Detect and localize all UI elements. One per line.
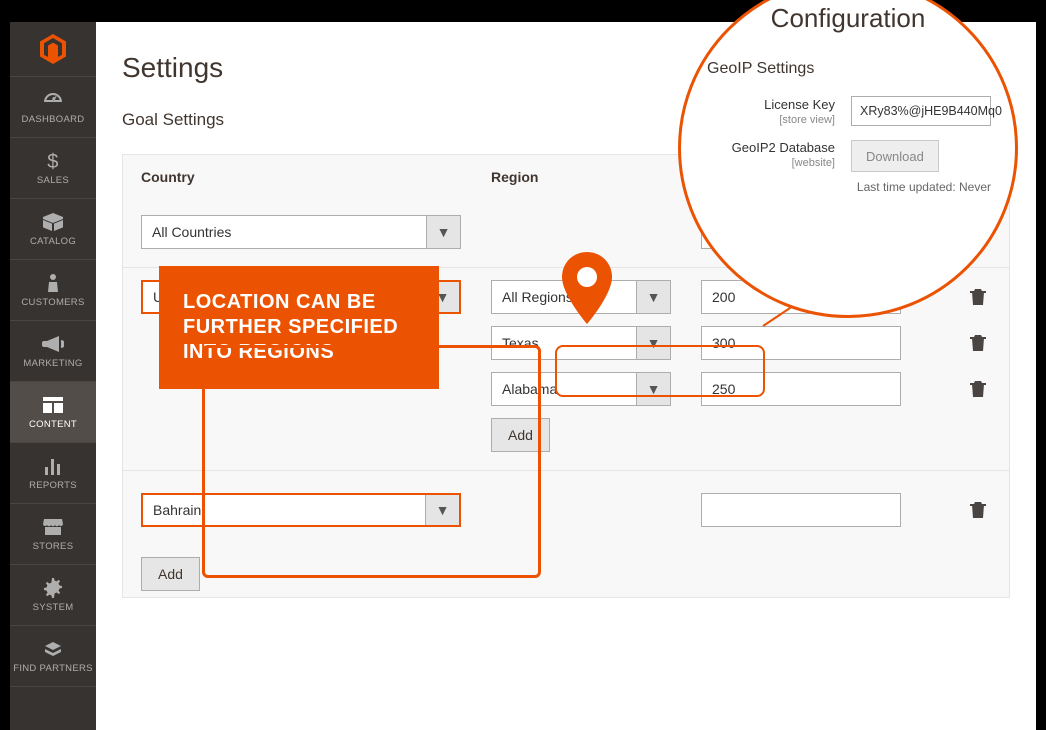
select-value: All Countries [142,224,426,240]
delete-button[interactable] [965,376,991,402]
license-key-input[interactable]: XRy83%@jHE9B440Mq0 [851,96,991,126]
store-icon [42,516,64,538]
chevron-down-icon: ▼ [636,373,670,405]
mag-license-scope: [store view] [705,114,835,126]
nav-label: SYSTEM [33,603,74,613]
add-region-button[interactable]: Add [491,418,550,452]
select-value: Texas [492,335,636,351]
nav-label: DASHBOARD [22,115,85,125]
nav-label: CUSTOMERS [21,298,84,308]
button-label: Add [508,427,533,443]
nav-label: MARKETING [23,359,82,369]
mag-note: Last time updated: Never [851,180,991,194]
nav-label: SALES [37,176,69,186]
region-select[interactable]: All Regions ▼ [491,280,671,314]
nav-label: CONTENT [29,420,77,430]
nav-marketing[interactable]: MARKETING [10,321,96,382]
nav-sales[interactable]: $ SALES [10,138,96,199]
nav-label: FIND PARTNERS [13,664,93,674]
sidebar: DASHBOARD $ SALES CATALOG CUSTOMERS MARK… [10,22,96,730]
nav-system[interactable]: SYSTEM [10,565,96,626]
header-region: Region [491,169,701,185]
add-country-button[interactable]: Add [141,557,200,591]
input-value: XRy83%@jHE9B440Mq0 [860,104,1002,118]
megaphone-icon [42,333,64,355]
chevron-down-icon: ▼ [426,216,460,248]
nav-label: REPORTS [29,481,77,491]
gauge-icon [42,89,64,111]
select-value: Bahrain [143,502,425,518]
logo [10,22,96,77]
download-button[interactable]: Download [851,140,939,172]
input-value: 200 [712,289,735,305]
nav-reports[interactable]: REPORTS [10,443,96,504]
person-icon [42,272,64,294]
trash-icon [970,380,986,398]
select-value: All Regions [492,289,636,305]
delete-button[interactable] [965,330,991,356]
table-row: Bahrain ▼ [123,471,1009,545]
mag-section: GeoIP Settings [707,60,991,78]
button-label: Add [158,566,183,582]
trash-icon [970,334,986,352]
trash-icon [970,501,986,519]
svg-text:$: $ [47,151,58,172]
mag-license-label: License Key [705,97,835,112]
table-row: Add [123,406,1009,452]
mag-db-scope: [website] [705,157,835,169]
nav-catalog[interactable]: CATALOG [10,199,96,260]
goal-input[interactable] [701,493,901,527]
bars-icon [42,455,64,477]
annotation-callout: LOCATION CAN BE FURTHER SPECIFIED INTO R… [159,266,439,389]
nav-label: CATALOG [30,237,76,247]
box-icon [42,211,64,233]
nav-label: STORES [33,542,74,552]
callout-text: LOCATION CAN BE FURTHER SPECIFIED INTO R… [183,291,398,363]
layout-icon [42,394,64,416]
header-country: Country [141,169,491,185]
mag-title: Configuration [705,3,991,34]
trash-icon [970,288,986,306]
chevron-down-icon: ▼ [636,281,670,313]
input-value: 300 [712,335,735,351]
table-row: Add [123,545,1009,597]
country-select[interactable]: All Countries ▼ [141,215,461,249]
region-select[interactable]: Texas ▼ [491,326,671,360]
chevron-down-icon: ▼ [425,495,459,525]
delete-button[interactable] [965,284,991,310]
input-value: 250 [712,381,735,397]
mag-db-label: GeoIP2 Database [705,140,835,155]
nav-dashboard[interactable]: DASHBOARD [10,77,96,138]
nav-find-partners[interactable]: FIND PARTNERS [10,626,96,687]
partners-icon [42,638,64,660]
country-select[interactable]: Bahrain ▼ [141,493,461,527]
nav-stores[interactable]: STORES [10,504,96,565]
region-select[interactable]: Alabama ▼ [491,372,671,406]
dollar-icon: $ [42,150,64,172]
nav-content[interactable]: CONTENT [10,382,96,443]
goal-input[interactable]: 250 [701,372,901,406]
select-value: Alabama [492,381,636,397]
goal-input[interactable]: 300 [701,326,901,360]
gear-icon [42,577,64,599]
chevron-down-icon: ▼ [636,327,670,359]
nav-customers[interactable]: CUSTOMERS [10,260,96,321]
button-label: Download [866,149,924,164]
delete-button[interactable] [965,497,991,523]
